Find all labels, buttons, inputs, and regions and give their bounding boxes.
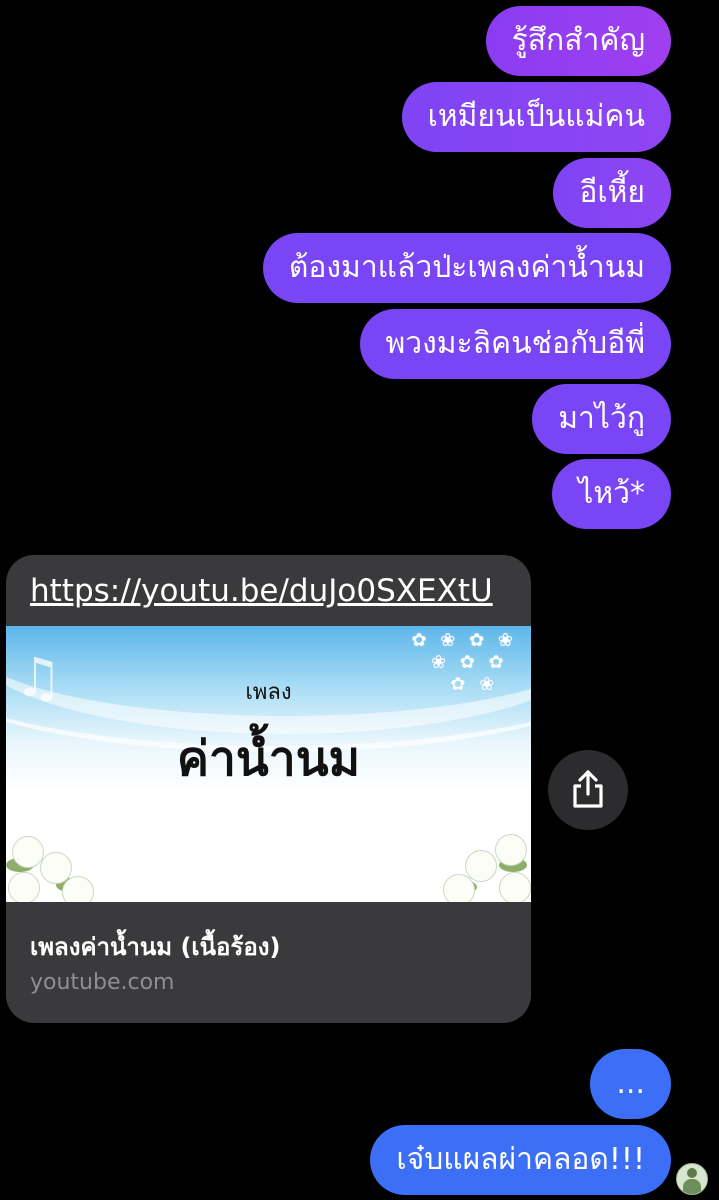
message-text: พวงมะลิคนช่อกับอีพี่ <box>385 326 646 361</box>
link-title: เพลงค่าน้ำนม (เนื้อร้อง) <box>30 933 281 961</box>
message-text: มาไว้กู <box>558 401 645 436</box>
link-domain: youtube.com <box>30 970 175 995</box>
message-bubble[interactable]: เจ๋บแผลผ่าคลอด!!! <box>370 1125 671 1195</box>
message-bubble[interactable]: พวงมะลิคนช่อกับอีพี่ <box>359 309 671 379</box>
message-text: อีเหี้ย <box>579 175 645 210</box>
message-text: ต้องมาแล้วป่ะเพลงค่าน้ำนม <box>288 250 645 285</box>
message-text: เจ๋บแผลผ่าคลอด!!! <box>396 1142 645 1177</box>
message-bubble[interactable]: ... <box>590 1049 671 1119</box>
flower-decoration <box>439 828 531 902</box>
share-button[interactable] <box>548 750 628 830</box>
flower-decoration <box>6 828 98 902</box>
message-text: เหมียนเป็นแม่คน <box>427 99 645 134</box>
thumbnail-subtitle: เพลง <box>245 680 292 705</box>
message-bubble[interactable]: อีเหี้ย <box>553 158 671 228</box>
message-bubble[interactable]: ต้องมาแล้วป่ะเพลงค่าน้ำนม <box>262 233 671 303</box>
link-url[interactable]: https://youtu.be/duJo0SXEXtU <box>30 573 493 609</box>
thumbnail-title: ค่าน้ำนม <box>176 731 361 787</box>
message-text: ... <box>616 1066 645 1101</box>
message-bubble[interactable]: รู้สึกสำคัญ <box>485 6 671 76</box>
message-bubble[interactable]: ไหว้* <box>552 459 671 529</box>
link-preview-card[interactable]: https://youtu.be/duJo0SXEXtU ♫ ✿ ❀ ✿ ❀ ❀… <box>6 555 531 1023</box>
video-thumbnail[interactable]: ♫ ✿ ❀ ✿ ❀ ❀ ✿ ✿ ✿ ❀ เพลง ค่าน้ำนม <box>6 626 531 902</box>
message-text: รู้สึกสำคัญ <box>511 23 645 58</box>
message-bubble[interactable]: มาไว้กู <box>532 384 671 454</box>
avatar <box>676 1163 708 1195</box>
message-text: ไหว้* <box>578 476 645 511</box>
share-icon <box>573 770 603 808</box>
message-bubble[interactable]: เหมียนเป็นแม่คน <box>401 82 671 152</box>
